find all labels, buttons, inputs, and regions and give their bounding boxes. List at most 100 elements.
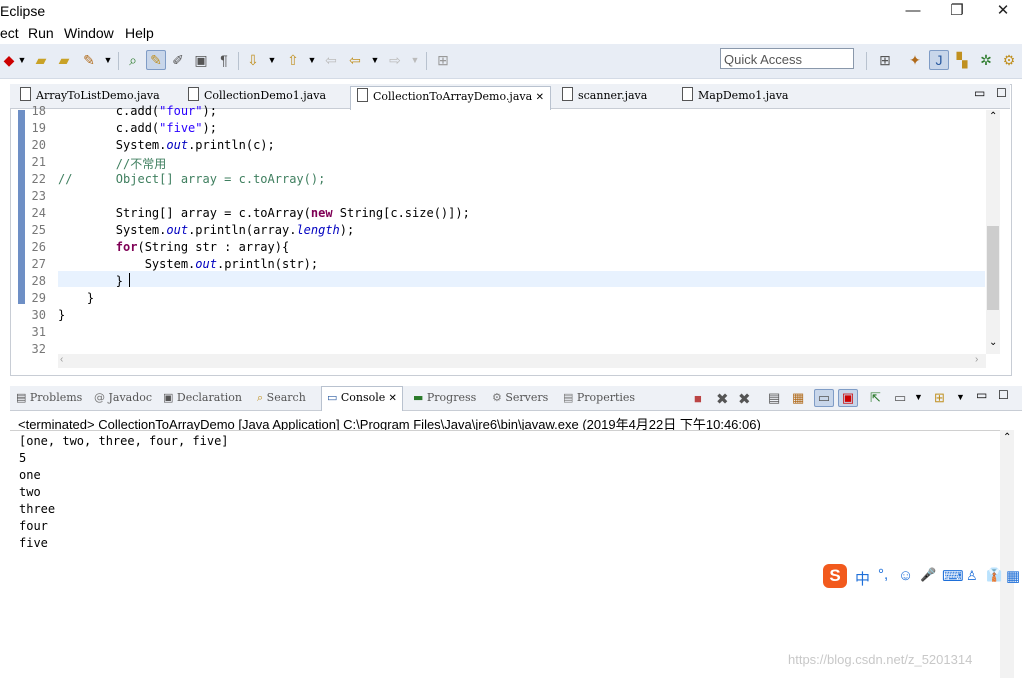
scroll-lock-icon[interactable]: ▦ [792,390,804,406]
tab-console[interactable]: ▭ Console ✕ [321,386,403,411]
text-caret [129,273,130,287]
open-folder-icon[interactable]: ▰ [32,51,50,69]
servers-icon: ⚙ [492,391,506,404]
remove-launch-icon[interactable]: ✖ [716,390,729,408]
word-wrap-icon[interactable]: ▭ [814,389,834,407]
menu-help[interactable]: Help [125,25,154,41]
ime-toolbox-icon[interactable]: ▦ [1006,567,1020,585]
tab-scanner[interactable]: scanner.java [556,86,653,108]
chevron-down-icon[interactable]: ▼ [914,392,923,402]
previous-annotation-icon[interactable]: ⇧ [284,51,302,69]
tab-mapdemo1[interactable]: MapDemo1.java [676,86,794,108]
chevron-down-icon[interactable]: ▼ [13,51,31,69]
ime-chinese-mode[interactable]: 中 [855,568,870,589]
ime-emoji-icon[interactable]: ☺ [898,567,913,584]
java-perspective-icon[interactable]: J [929,50,949,70]
chevron-down-icon[interactable]: ▼ [303,51,321,69]
chevron-down-icon[interactable]: ▼ [406,51,424,69]
search-icon[interactable]: ⌕ [124,51,142,69]
ime-keyboard-icon[interactable]: ⌨ [942,567,964,585]
minimize-button[interactable]: — [890,0,936,24]
java-file-icon [20,87,31,101]
pin-editor-icon[interactable]: ⊞ [434,51,452,69]
maximize-button[interactable]: ❐ [934,0,980,24]
tab-servers[interactable]: ⚙ Servers [492,391,548,404]
ime-skin-icon[interactable]: 👔 [986,567,1002,583]
toolbar-separator [238,52,239,70]
close-button[interactable]: ✕ [980,0,1022,24]
scroll-left-icon[interactable]: ‹ [60,354,63,365]
close-tab-icon[interactable]: ✕ [536,92,544,103]
last-edit-icon[interactable]: ⇦ [322,51,340,69]
line-number: 29 [31,291,46,305]
java-file-icon [562,87,573,101]
line-number: 28 [31,274,46,288]
ime-voice-icon[interactable]: 🎤 [920,567,936,583]
git-perspective-icon[interactable]: ⚙ [1000,51,1018,69]
editor-horizontal-scrollbar[interactable] [58,354,986,368]
scroll-down-icon[interactable]: ⌄ [989,337,997,348]
tab-label: Search [266,391,306,404]
console-output-area[interactable] [10,430,1000,677]
chevron-down-icon[interactable]: ▼ [956,392,965,402]
tab-collectiontoarraydemo[interactable]: CollectionToArrayDemo.java ✕ [350,86,552,110]
next-annotation-icon[interactable]: ⇩ [244,51,262,69]
remove-all-terminated-icon[interactable]: ✖ [738,390,751,408]
toolbar-separator [866,52,867,70]
show-console-icon[interactable]: ▣ [838,389,858,407]
minimize-editor-icon[interactable]: ▭ [974,86,985,100]
display-console-icon[interactable]: ▭ [894,390,906,406]
tab-properties[interactable]: ▤ Properties [563,391,635,404]
task-icon[interactable]: ✎ [80,51,98,69]
tab-progress[interactable]: ▬ Progress [413,391,476,404]
mark-icon[interactable]: ✐ [169,51,187,69]
back-icon[interactable]: ⇦ [346,51,364,69]
chevron-down-icon[interactable]: ▼ [263,51,281,69]
svn-perspective-icon[interactable]: ▚ [953,51,971,69]
sogou-logo-icon[interactable]: S [823,564,847,588]
console-vertical-scrollbar[interactable] [1000,430,1014,678]
chevron-down-icon[interactable]: ▼ [99,51,117,69]
close-tab-icon[interactable]: ✕ [385,393,396,404]
scroll-up-icon[interactable]: ⌃ [1003,432,1011,443]
pin-console-icon[interactable]: ⇱ [870,390,881,406]
maximize-panel-icon[interactable]: ☐ [998,388,1009,402]
tab-javadoc[interactable]: @ Javadoc [94,391,152,404]
window-title: Eclipse [0,3,46,19]
open-perspective-icon[interactable]: ⊞ [876,51,894,69]
console-output-line: three [19,502,56,516]
line-number: 27 [31,257,46,271]
minimize-panel-icon[interactable]: ▭ [976,388,987,402]
tab-declaration[interactable]: ▣ Declaration [163,391,242,404]
quick-access-input[interactable]: Quick Access [720,48,854,69]
clear-console-icon[interactable]: ▤ [768,390,780,406]
scroll-up-icon[interactable]: ⌃ [989,111,997,122]
toolbar-separator [118,52,119,70]
line-number: 19 [31,121,46,135]
console-output-line: five [19,536,48,550]
open-type-icon[interactable]: ▰ [55,51,73,69]
block-selection-icon[interactable]: ▣ [192,51,210,69]
debug-perspective-icon[interactable]: ✲ [977,51,995,69]
code-line: System.out.println(str); [58,257,319,271]
menu-project[interactable]: ect [0,25,19,41]
menu-window[interactable]: Window [64,25,114,41]
highlight-icon[interactable]: ✎ [146,50,166,70]
scroll-right-icon[interactable]: › [975,354,978,365]
tab-search[interactable]: ⌕ Search [257,391,306,405]
terminate-icon[interactable]: ■ [694,391,702,406]
change-ruler [18,110,25,304]
editor-scroll-thumb[interactable] [987,226,999,310]
code-line: System.out.println(array.length); [58,223,355,237]
tab-problems[interactable]: ▤ Problems [16,391,82,404]
ime-user-icon[interactable]: ♙ [966,568,978,584]
java-ee-perspective-icon[interactable]: ✦ [906,51,924,69]
tab-label: Servers [505,391,549,404]
ime-punctuation[interactable]: °, [878,566,888,583]
chevron-down-icon[interactable]: ▼ [366,51,384,69]
maximize-editor-icon[interactable]: ☐ [996,86,1007,100]
menu-run[interactable]: Run [28,25,54,41]
open-console-icon[interactable]: ⊞ [934,390,945,406]
show-whitespace-icon[interactable]: ¶ [215,51,233,69]
forward-icon[interactable]: ⇨ [386,51,404,69]
